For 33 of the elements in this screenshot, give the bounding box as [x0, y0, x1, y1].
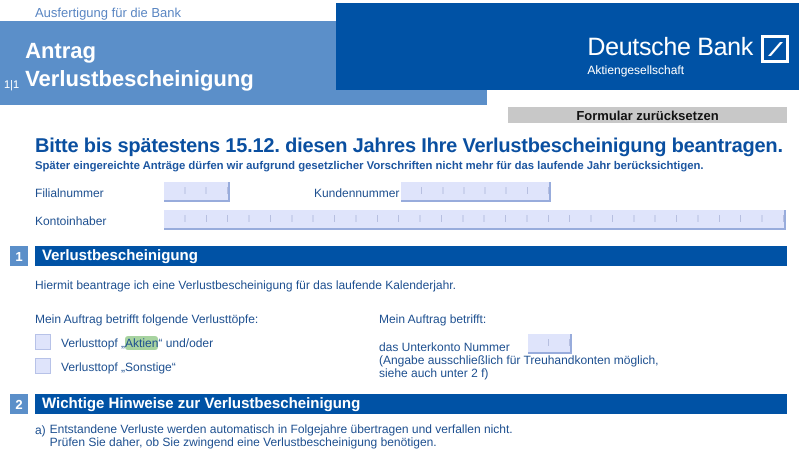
subaccount-note: (Angabe ausschließlich für Treuhandkonten möglich, siehe auch unter 2 f) [379, 354, 660, 380]
form-title: Verlustbescheinigung [25, 65, 254, 93]
subaccount-field[interactable] [528, 334, 572, 354]
bank-subtitle: Aktiengesellschaft [587, 63, 686, 77]
checkbox[interactable] [35, 358, 51, 374]
account-holder-field[interactable] [164, 210, 786, 230]
option-heading: Mein Auftrag betrifft: [379, 312, 488, 328]
checkbox[interactable] [35, 334, 51, 350]
note-text: Entstandene Verluste werden automatisch in Folgejahre übertragen und verfallen nicht. [50, 423, 513, 436]
customer-number-field[interactable] [401, 182, 551, 202]
branch-number-field[interactable] [164, 182, 230, 202]
reset-button[interactable]: Formular zurücksetzen [508, 107, 787, 123]
page-number: 1|1 [4, 79, 20, 91]
section-title: Wichtige Hinweise zur Verlustbescheinigung [35, 394, 787, 414]
subaccount-label: das Unterkonto Nummer [379, 340, 510, 354]
field-label: Kontoinhaber [35, 214, 108, 230]
option-label: Verlusttopf „Aktien“ und/oder [61, 336, 214, 350]
section-number: 2 [10, 394, 28, 414]
logo-icon [761, 35, 789, 63]
note-text: Prüfen Sie daher, ob Sie zwingend eine Verlustbescheinigung benötigen. [50, 436, 438, 449]
option-heading: Mein Auftrag betrifft folgende Verlusttöpfe: [35, 312, 260, 328]
option-label: Verlusttopf „Sonstige“ [61, 360, 176, 374]
bank-name: Deutsche Bank [587, 33, 753, 61]
note-marker: a) [35, 423, 46, 439]
copy-label: Ausfertigung für die Bank [34, 4, 182, 21]
section-title: Verlustbescheinigung [35, 246, 787, 266]
field-label: Filialnummer [35, 186, 105, 202]
section-number: 1 [10, 246, 28, 266]
intro-text: Hiermit beantrage ich eine Verlustbescheinigung für das laufende Kalenderjahr. [35, 278, 457, 292]
field-label: Kundennummer [313, 186, 400, 202]
form-title: Antrag [25, 37, 97, 65]
headline: Bitte bis spätestens 15.12. diesen Jahres Ihre Verlustbescheinigung beantragen. [35, 135, 784, 158]
subline: Später eingereichte Anträge dürfen wir aufgrund gesetzlicher Vorschriften nicht mehr für das laufende Jahr berücksichtigen. [35, 160, 705, 172]
